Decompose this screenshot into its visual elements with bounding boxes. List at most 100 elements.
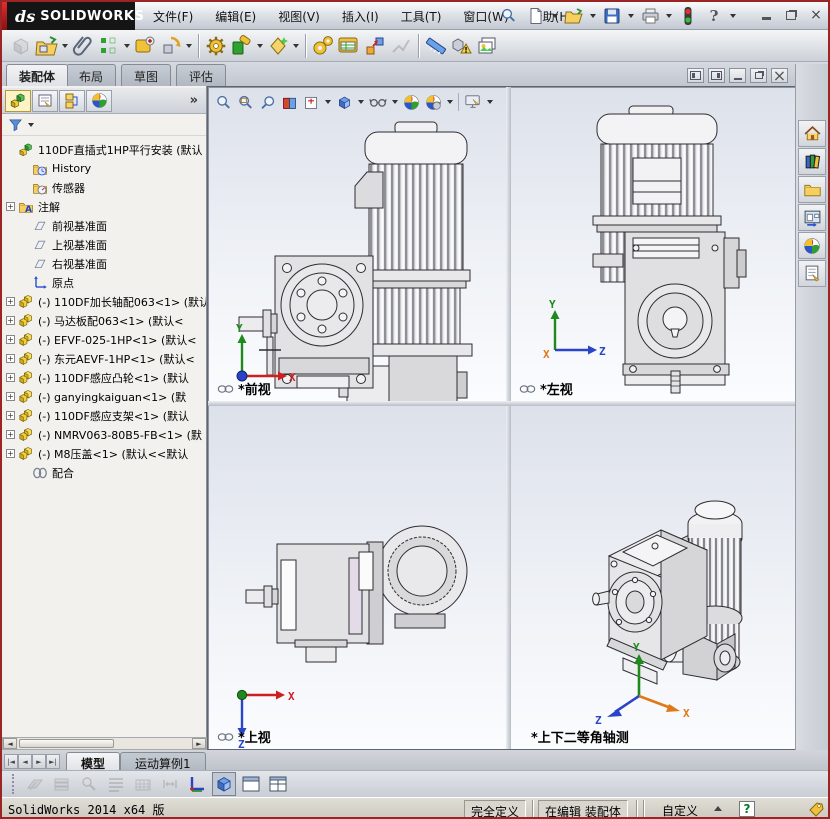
quick-tips-icon[interactable]: ? [739,801,755,817]
tree-horizontal-scrollbar[interactable]: ◄ ► [2,737,207,750]
toolbar-grip[interactable] [12,774,16,794]
prev-study-nav[interactable]: ◄ [18,754,32,769]
display-manager-tab[interactable] [86,89,112,112]
zoom-to-area-icon[interactable] [235,91,256,113]
display-state[interactable]: 自定义 [662,802,698,817]
viewport-top[interactable]: X Z *上视 [209,406,506,749]
four-viewports-icon[interactable] [266,772,290,796]
single-viewport-icon[interactable] [239,772,263,796]
filter-funnel-icon[interactable] [8,117,23,132]
tree-item-component[interactable]: + (-) EFVF-025-1HP<1> (默认< [2,330,206,349]
open-document-icon[interactable] [562,4,586,28]
layer-properties-icon[interactable] [50,772,74,796]
linear-pattern-dropdown[interactable] [124,43,130,48]
tree-item-top-plane[interactable]: 上视基准面 [2,235,206,254]
tree-item-sensors[interactable]: 传感器 [2,178,206,197]
tree-item-component[interactable]: + (-) NMRV063-80B5-FB<1> (默 [2,425,206,444]
expand-toggle[interactable]: + [6,202,15,211]
tree-item-component[interactable]: + (-) 马达板配063<1> (默认< [2,311,206,330]
split-right-icon[interactable] [708,68,725,83]
expand-toggle[interactable]: + [6,354,15,363]
next-study-nav[interactable]: ► [32,754,46,769]
large-assembly-mode-icon[interactable] [449,32,475,60]
move-component-icon[interactable] [158,32,184,60]
configuration-manager-tab[interactable] [59,89,85,112]
display-style-dropdown[interactable] [358,100,364,104]
tree-item-component[interactable]: + (-) M8压盖<1> (默认<<默认 [2,444,206,463]
display-style-icon[interactable] [334,91,355,113]
scroll-left-arrow[interactable]: ◄ [3,738,17,749]
tab-layout[interactable]: 布局 [66,64,117,86]
tab-model[interactable]: 模型 [66,752,121,771]
menu-insert[interactable]: 插入(I) [331,4,390,29]
edit-component-icon[interactable] [8,32,34,60]
zoom-to-fit-icon[interactable] [213,91,234,113]
open-document-dropdown[interactable] [590,14,596,18]
custom-properties-icon[interactable] [798,260,826,287]
explode-line-sketch-icon[interactable] [388,32,414,60]
print-icon[interactable] [638,4,662,28]
assembly-features-icon[interactable] [229,32,255,60]
design-library-icon[interactable] [798,148,826,175]
tree-item-component[interactable]: + (-) ganyingkaiguan<1> (默 [2,387,206,406]
tree-item-component[interactable]: + (-) 110DF加长轴配063<1> (默认< [2,292,206,311]
hide-show-annotations-icon[interactable] [77,772,101,796]
tree-item-annotations[interactable]: + A 注解 [2,197,206,216]
reference-geometry-icon[interactable] [265,32,291,60]
new-document-icon[interactable] [524,4,548,28]
apply-scene-dropdown[interactable] [447,100,453,104]
tab-sketch[interactable]: 草图 [121,64,172,86]
show-hidden-components-icon[interactable] [203,32,229,60]
coordinate-system-icon[interactable] [185,772,209,796]
tab-evaluate[interactable]: 评估 [176,64,227,86]
save-dropdown[interactable] [628,14,634,18]
insert-components-dropdown[interactable] [62,43,68,48]
close-button[interactable]: × [808,7,824,23]
menu-tools[interactable]: 工具(T) [390,4,453,29]
linear-component-pattern-icon[interactable] [96,32,122,60]
tree-item-component[interactable]: + (-) 110DF感应凸轮<1> (默认 [2,368,206,387]
view-palette-icon[interactable] [798,204,826,231]
view-orientation-icon[interactable] [301,91,322,113]
tab-motion-study-1[interactable]: 运动算例1 [120,752,206,771]
tag-icon[interactable] [808,801,824,817]
appearances-scenes-icon[interactable] [798,232,826,259]
menu-view[interactable]: 视图(V) [267,4,331,29]
new-document-dropdown[interactable] [552,14,558,18]
doc-close-icon[interactable]: × [771,66,788,85]
bill-of-materials-icon[interactable] [336,32,362,60]
scroll-thumb[interactable] [19,739,114,748]
first-study-nav[interactable]: |◄ [4,754,18,769]
print-dropdown[interactable] [666,14,672,18]
tree-item-component[interactable]: + (-) 110DF感应支架<1> (默认 [2,406,206,425]
scroll-right-arrow[interactable]: ► [192,738,206,749]
display-state-dropdown[interactable] [714,806,722,811]
hide-show-dropdown[interactable] [392,100,398,104]
magnifier-lens-icon[interactable] [257,91,278,113]
minimize-button[interactable] [758,8,774,22]
expand-toggle[interactable]: + [6,411,15,420]
new-motion-study-icon[interactable] [310,32,336,60]
view-settings-dropdown[interactable] [487,100,493,104]
split-left-icon[interactable] [687,68,704,83]
expand-toggle[interactable]: + [6,430,15,439]
tree-item-assembly-root[interactable]: 110DF直插式1HP平行安装 (默认 [2,140,206,159]
last-study-nav[interactable]: ►| [46,754,60,769]
save-icon[interactable] [600,4,624,28]
filter-dropdown[interactable] [28,122,34,127]
help-dropdown[interactable] [730,14,736,18]
hide-show-items-icon[interactable] [367,91,389,113]
viewport-isometric[interactable]: Y X Z *上下二等角轴测 [511,406,796,749]
expand-toggle[interactable]: + [6,297,15,306]
exploded-view-icon[interactable] [362,32,388,60]
auto-key-icon[interactable] [158,772,182,796]
tree-item-front-plane[interactable]: 前视基准面 [2,216,206,235]
tree-item-origin[interactable]: 原点 [2,273,206,292]
file-explorer-icon[interactable] [798,176,826,203]
filter-display-icon[interactable] [104,772,128,796]
mate-icon[interactable] [70,32,96,60]
expand-toggle[interactable]: + [6,373,15,382]
shaded-view-icon[interactable] [212,772,236,796]
restore-button[interactable] [783,8,799,22]
expand-toggle[interactable]: + [6,392,15,401]
